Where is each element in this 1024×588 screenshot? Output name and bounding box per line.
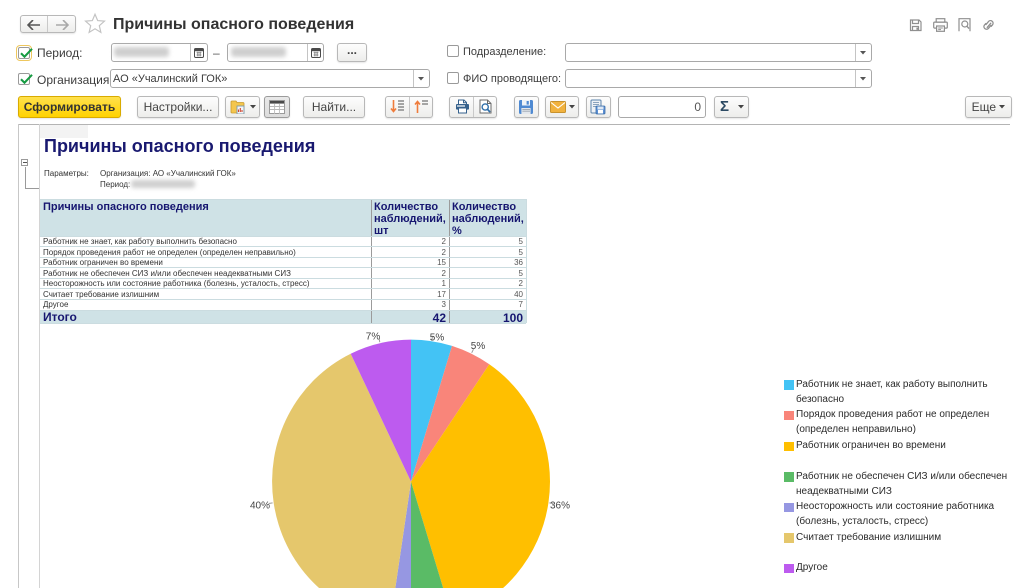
svg-text:7%: 7%: [366, 332, 381, 343]
svg-text:5%: 5%: [430, 333, 445, 344]
svg-text:5%: 5%: [471, 341, 486, 352]
svg-text:40%: 40%: [250, 501, 270, 512]
svg-text:36%: 36%: [550, 501, 570, 512]
